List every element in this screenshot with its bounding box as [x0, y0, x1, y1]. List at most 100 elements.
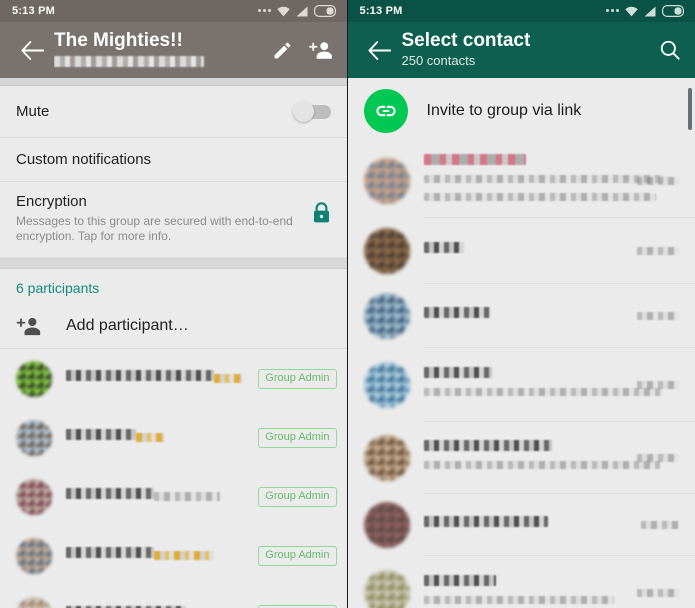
contact-name-redacted [423, 439, 552, 451]
status-badge: Group Admin [258, 427, 337, 448]
battery-icon [662, 5, 686, 17]
add-member-button[interactable] [308, 40, 333, 61]
group-title-block: The Mighties!! [54, 22, 272, 69]
encryption-label: Encryption [16, 193, 87, 210]
contact-name-redacted [423, 153, 526, 165]
participant-text-block [52, 487, 258, 506]
avatar [16, 419, 52, 456]
search-icon [660, 40, 680, 60]
person-add-icon [308, 41, 332, 59]
contact-list [347, 144, 695, 608]
contact-row[interactable] [347, 144, 695, 218]
status-badge: Group Admin [258, 604, 337, 608]
contact-meta-redacted [641, 521, 679, 529]
setting-row-custom-notifications[interactable]: Custom notifications [0, 138, 347, 182]
encryption-description: Messages to this group are secured with … [16, 214, 293, 243]
contacts-content: Invite to group via link [347, 78, 695, 608]
participant-name-redacted [66, 546, 154, 558]
cellular-signal-icon [296, 6, 308, 17]
mute-toggle-knob [292, 100, 314, 122]
add-participant-row[interactable]: Add participant… [0, 304, 347, 349]
status-bar-time: 5:13 PM [359, 5, 403, 17]
contact-row[interactable] [347, 556, 695, 608]
setting-row-mute[interactable]: Mute [0, 86, 347, 138]
left-phone-screen: 5:13 PM The Mighties!! Mute Custom notif… [0, 0, 347, 608]
contact-meta-redacted [637, 312, 679, 320]
status-badge: Group Admin [258, 368, 337, 389]
contact-text-block [410, 241, 638, 260]
avatar [16, 596, 52, 608]
contact-name-redacted [423, 366, 492, 378]
contact-row[interactable] [347, 348, 695, 422]
status-bar-icons [606, 5, 686, 17]
right-app-bar: Select contact 250 contacts [347, 22, 695, 78]
left-status-bar: 5:13 PM [0, 0, 347, 22]
more-dots-icon [257, 9, 271, 13]
group-subtitle-redacted [54, 53, 272, 69]
search-button[interactable] [659, 39, 681, 61]
participant-name-redacted [66, 487, 154, 499]
lock-icon [313, 202, 329, 223]
contacts-scrollbar[interactable] [688, 88, 692, 130]
avatar [16, 360, 52, 397]
setting-row-encryption[interactable]: Encryption Messages to this group are se… [0, 182, 347, 258]
contact-meta-redacted [637, 454, 679, 462]
link-icon [375, 105, 396, 117]
participant-row[interactable]: Group Admin [0, 585, 347, 608]
contact-status-redacted [423, 174, 664, 183]
participant-text-block [52, 428, 258, 447]
contact-text-block [410, 515, 642, 534]
encryption-lock-wrapper [302, 192, 331, 229]
participant-text-block [52, 546, 258, 565]
avatar [363, 228, 410, 274]
participant-name-redacted [66, 428, 136, 440]
mute-label: Mute [16, 103, 50, 120]
participant-row[interactable]: Group Admin [0, 408, 347, 467]
participant-list: Group Admin Group Admin Group Admin Group A… [0, 349, 347, 608]
custom-notifications-label: Custom notifications [16, 151, 152, 168]
wifi-icon [276, 6, 290, 17]
person-add-icon [16, 317, 41, 335]
contact-meta-redacted [637, 381, 679, 389]
participant-row[interactable]: Group Admin [0, 526, 347, 585]
edit-group-button[interactable] [272, 40, 293, 61]
contact-text-block [410, 306, 638, 325]
participant-row[interactable]: Group Admin [0, 467, 347, 526]
contact-row[interactable] [347, 422, 695, 494]
status-bar-time: 5:13 PM [12, 5, 55, 17]
contact-row[interactable] [347, 218, 695, 284]
mute-toggle[interactable] [292, 100, 331, 122]
select-contact-title-block: Select contact 250 contacts [402, 22, 660, 69]
contact-status-redacted [423, 460, 660, 469]
avatar [363, 435, 410, 481]
more-dots-icon [606, 9, 619, 13]
participant-row[interactable]: Group Admin [0, 349, 347, 408]
contact-meta-redacted [637, 177, 679, 185]
avatar [363, 293, 410, 339]
custom-notifications-label-block: Custom notifications [16, 150, 331, 169]
wifi-icon [625, 6, 638, 17]
avatar [16, 537, 52, 574]
contact-name-redacted [423, 574, 496, 586]
invite-to-group-via-link-row[interactable]: Invite to group via link [347, 78, 695, 144]
pencil-edit-icon [274, 42, 290, 58]
right-status-bar: 5:13 PM [347, 0, 695, 22]
back-arrow-icon [20, 40, 44, 60]
contact-row[interactable] [347, 494, 695, 556]
cellular-signal-icon [644, 6, 656, 17]
group-settings-content: Mute Custom notifications Encryption Mes… [0, 78, 347, 608]
right-app-bar-actions [659, 22, 685, 78]
mute-label-block: Mute [16, 102, 295, 121]
avatar [363, 502, 410, 548]
back-arrow-icon [368, 40, 391, 60]
page-title: Select contact [401, 30, 531, 51]
contact-status-redacted [423, 595, 614, 604]
back-button[interactable] [358, 22, 402, 78]
contact-text-block [410, 153, 664, 208]
status-badge: Group Admin [258, 545, 337, 566]
add-participant-icon-wrapper [16, 316, 56, 337]
participant-status-redacted [214, 373, 242, 383]
contact-row[interactable] [347, 284, 695, 348]
status-bar-icons [257, 5, 338, 17]
back-button[interactable] [10, 22, 54, 78]
